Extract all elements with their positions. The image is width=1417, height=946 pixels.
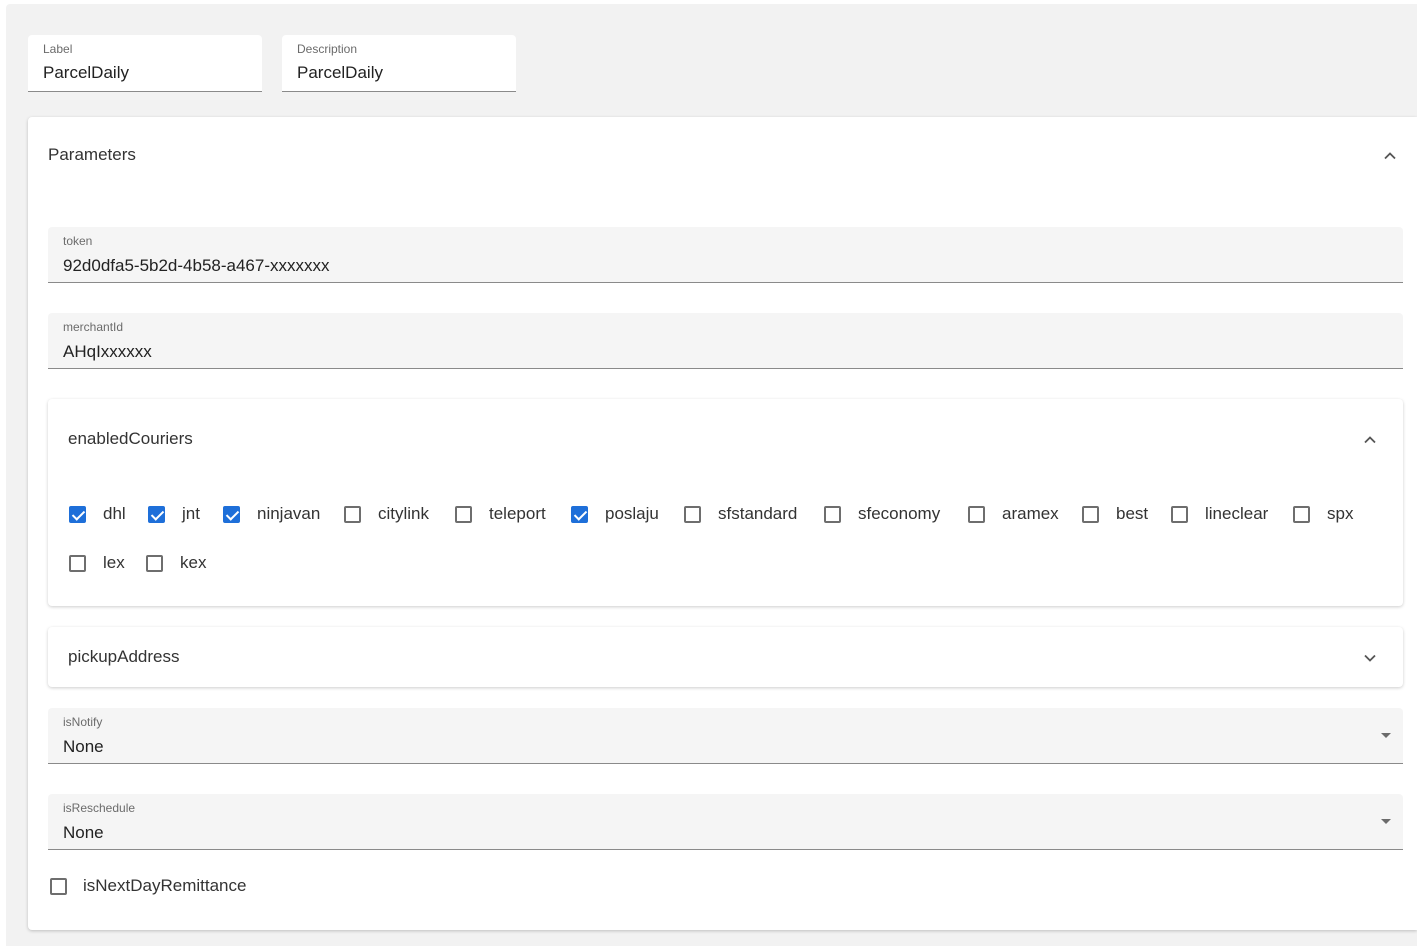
- courier-checkbox-jnt[interactable]: jnt: [148, 504, 200, 524]
- is-reschedule-select[interactable]: isReschedule None: [48, 794, 1403, 850]
- checkbox-icon[interactable]: [146, 554, 163, 572]
- chevron-up-icon[interactable]: [1361, 431, 1379, 449]
- dropdown-arrow-icon[interactable]: [1381, 733, 1391, 738]
- checkbox-icon[interactable]: [1293, 505, 1310, 523]
- courier-checkbox-sfeconomy[interactable]: sfeconomy: [824, 504, 940, 524]
- is-next-day-remittance-label: isNextDayRemittance: [83, 876, 247, 895]
- checkbox-icon[interactable]: [571, 505, 588, 523]
- courier-checkbox-aramex[interactable]: aramex: [968, 504, 1059, 524]
- courier-label: teleport: [489, 504, 546, 523]
- token-field[interactable]: token 92d0dfa5-5b2d-4b58-a467-xxxxxxx: [48, 227, 1403, 283]
- label-field-label: Label: [43, 42, 73, 56]
- courier-checkbox-lex[interactable]: lex: [69, 553, 125, 573]
- checkbox-icon[interactable]: [824, 505, 841, 523]
- is-notify-select[interactable]: isNotify None: [48, 708, 1403, 764]
- merchant-id-label: merchantId: [63, 320, 124, 334]
- form-container: Label ParcelDaily Description ParcelDail…: [6, 4, 1417, 946]
- courier-checkbox-best[interactable]: best: [1082, 504, 1148, 524]
- courier-label: poslaju: [605, 504, 659, 523]
- checkbox-icon[interactable]: [1171, 505, 1188, 523]
- checkbox-icon[interactable]: [684, 505, 701, 523]
- courier-label: aramex: [1002, 504, 1059, 523]
- label-field[interactable]: Label ParcelDaily: [28, 35, 262, 92]
- courier-label: spx: [1327, 504, 1354, 523]
- parameters-title[interactable]: Parameters: [48, 145, 136, 165]
- courier-label: dhl: [103, 504, 126, 523]
- courier-checkbox-sfstandard[interactable]: sfstandard: [684, 504, 797, 524]
- courier-label: jnt: [182, 504, 200, 523]
- description-field-value[interactable]: ParcelDaily: [297, 63, 383, 83]
- description-field-label: Description: [297, 42, 358, 56]
- checkbox-icon[interactable]: [344, 505, 361, 523]
- checkbox-icon[interactable]: [1082, 505, 1099, 523]
- checkbox-icon[interactable]: [968, 505, 985, 523]
- checkbox-icon[interactable]: [223, 505, 240, 523]
- pickup-address-panel[interactable]: pickupAddress: [48, 627, 1403, 687]
- courier-checkbox-ninjavan[interactable]: ninjavan: [223, 504, 320, 524]
- description-field[interactable]: Description ParcelDaily: [282, 35, 516, 92]
- courier-label: lex: [103, 553, 125, 572]
- courier-checkbox-citylink[interactable]: citylink: [344, 504, 429, 524]
- label-field-value[interactable]: ParcelDaily: [43, 63, 129, 83]
- courier-label: citylink: [378, 504, 430, 523]
- checkbox-icon[interactable]: [69, 505, 86, 523]
- enabled-couriers-panel: enabledCouriers dhl jnt ninjavan citylin…: [48, 399, 1403, 606]
- courier-label: lineclear: [1205, 504, 1269, 523]
- courier-label: sfstandard: [718, 504, 798, 523]
- is-reschedule-value[interactable]: None: [63, 823, 104, 843]
- courier-label: kex: [180, 553, 207, 572]
- is-notify-label: isNotify: [63, 715, 103, 729]
- courier-label: ninjavan: [257, 504, 321, 523]
- courier-label: best: [1116, 504, 1149, 523]
- is-next-day-remittance-checkbox[interactable]: isNextDayRemittance: [50, 876, 246, 896]
- courier-label: sfeconomy: [858, 504, 941, 523]
- token-value[interactable]: 92d0dfa5-5b2d-4b58-a467-xxxxxxx: [63, 256, 330, 276]
- courier-checkbox-lineclear[interactable]: lineclear: [1171, 504, 1268, 524]
- token-label: token: [63, 234, 93, 248]
- is-reschedule-label: isReschedule: [63, 801, 136, 815]
- checkbox-icon[interactable]: [455, 505, 472, 523]
- merchant-id-field[interactable]: merchantId AHqIxxxxxx: [48, 313, 1403, 369]
- enabled-couriers-title[interactable]: enabledCouriers: [68, 429, 193, 449]
- checkbox-icon[interactable]: [69, 554, 86, 572]
- courier-checkbox-dhl[interactable]: dhl: [69, 504, 126, 524]
- is-notify-value[interactable]: None: [63, 737, 104, 757]
- courier-checkbox-kex[interactable]: kex: [146, 553, 206, 573]
- checkbox-icon[interactable]: [50, 877, 67, 895]
- pickup-address-title[interactable]: pickupAddress: [68, 647, 180, 667]
- merchant-id-value[interactable]: AHqIxxxxxx: [63, 342, 152, 362]
- parameters-panel: Parameters token 92d0dfa5-5b2d-4b58-a467…: [28, 117, 1417, 930]
- chevron-up-icon[interactable]: [1381, 147, 1399, 165]
- courier-checkbox-teleport[interactable]: teleport: [455, 504, 546, 524]
- courier-checkbox-poslaju[interactable]: poslaju: [571, 504, 659, 524]
- chevron-down-icon[interactable]: [1361, 649, 1379, 667]
- courier-checkbox-spx[interactable]: spx: [1293, 504, 1353, 524]
- dropdown-arrow-icon[interactable]: [1381, 819, 1391, 824]
- checkbox-icon[interactable]: [148, 505, 165, 523]
